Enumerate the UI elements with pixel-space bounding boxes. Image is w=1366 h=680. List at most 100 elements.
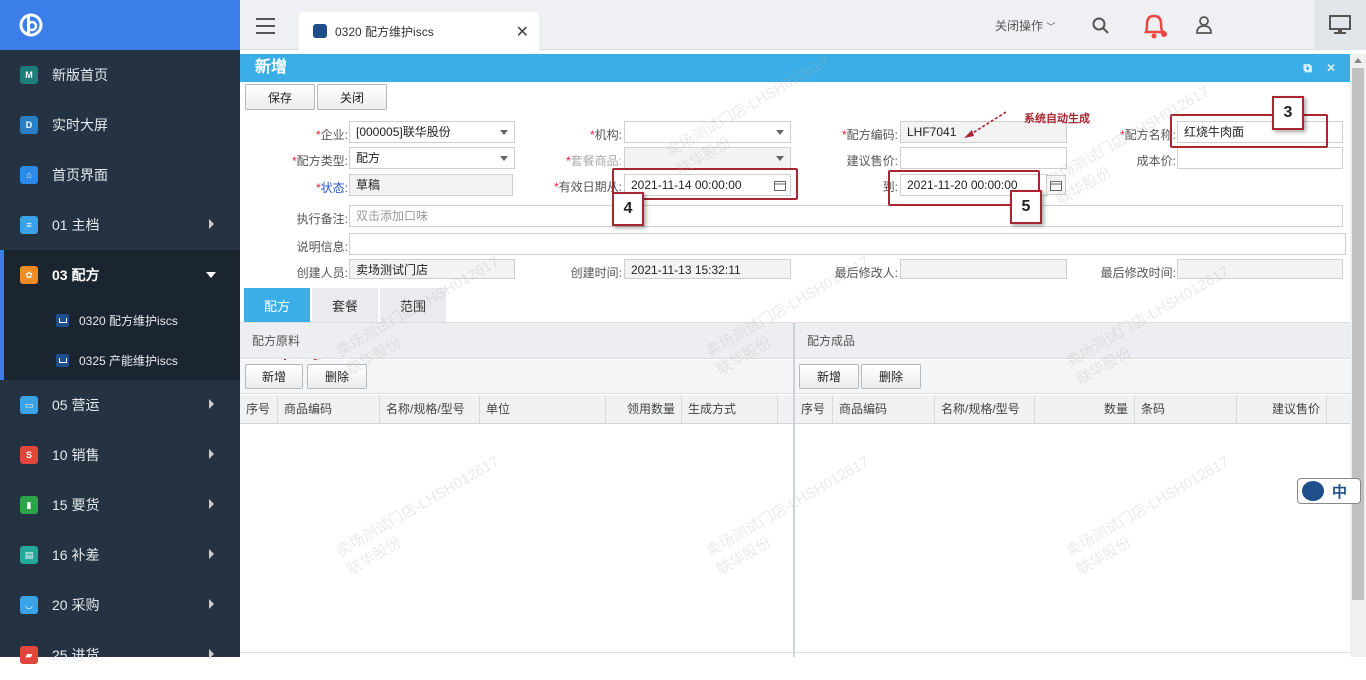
products-grid-title: 配方成品 [795, 323, 1350, 359]
created-time-field: 2021-11-13 15:32:11 [624, 259, 791, 279]
enterprise-label: *企业: [315, 128, 348, 142]
valid-from-label: *有效日期从: [553, 180, 622, 194]
sidebar-item-label: 05 营运 [52, 397, 100, 413]
watermark: 卖场测试门店-LHSH012617 联华股份 [333, 453, 503, 579]
recipe-type-label: *配方类型: [291, 154, 348, 168]
sidebar-item-1[interactable]: D 实时大屏 [0, 100, 240, 150]
sidebar-item-label: 25 进货 [52, 647, 100, 663]
delete-product-button[interactable]: 删除 [861, 364, 921, 389]
m-logo-icon: M [20, 66, 38, 84]
sidebar-item-8[interactable]: ▤ 16 补差 [0, 530, 240, 580]
cart-icon [56, 313, 69, 327]
close-panel-icon[interactable]: ✕ [1326, 54, 1336, 82]
inbound-icon: ▰ [20, 646, 38, 664]
recipe-name-label: *配方名称: [1119, 128, 1176, 142]
recipe-type-select[interactable]: 配方 [349, 147, 515, 169]
delete-ingredient-button[interactable]: 删除 [307, 364, 367, 389]
description-field[interactable] [349, 233, 1346, 255]
bell-notification-icon[interactable] [1138, 10, 1170, 45]
close-operations-dropdown[interactable]: 关闭操作 ﹀ [995, 17, 1055, 34]
remark-field[interactable]: 双击添加口味 [349, 205, 1343, 227]
org-label: *机构: [589, 128, 622, 142]
save-button[interactable]: 保存 [245, 84, 315, 110]
hamburger-menu-icon[interactable] [256, 18, 275, 39]
close-ops-label: 关闭操作 [995, 19, 1044, 33]
sidebar-item-4[interactable]: ✿ 03 配方 [0, 250, 240, 300]
caret-right-icon [209, 399, 214, 409]
sidebar-item-9[interactable]: ◡ 20 采购 [0, 580, 240, 630]
add-product-button[interactable]: 新增 [799, 364, 859, 389]
app-logo[interactable] [0, 0, 240, 50]
suggested-price-field[interactable] [900, 147, 1067, 169]
caret-right-icon [209, 449, 214, 459]
cart-icon [313, 24, 327, 38]
caret-right-icon [209, 599, 214, 609]
enterprise-select[interactable]: [000005]联华股份 [349, 121, 515, 143]
sidebar-item-0[interactable]: M 新版首页 [0, 50, 240, 100]
sidebar-subitem-0[interactable]: 0320 配方维护iscs [0, 300, 240, 340]
sidebar-item-7[interactable]: ▮ 15 要货 [0, 480, 240, 530]
sidebar-subitem-label: 0325 产能维护iscs [79, 353, 178, 368]
panel-title: 新增 [255, 59, 288, 76]
user-icon[interactable] [1196, 16, 1212, 37]
sidebar-item-label: 03 配方 [52, 267, 100, 283]
caret-right-icon [209, 499, 214, 509]
chevron-down-icon: ﹀ [1046, 22, 1056, 32]
restore-window-icon[interactable]: ⧉ [1303, 54, 1312, 82]
sidebar-item-label: 首页界面 [52, 167, 108, 183]
callout-badge-3: 3 [1272, 96, 1304, 130]
add-ingredient-button[interactable]: 新增 [245, 364, 303, 389]
sidebar-item-2[interactable]: ⌂ 首页界面 [0, 150, 240, 200]
col-barcode[interactable]: 条码 [1135, 395, 1237, 424]
tab-scope[interactable]: 范围 [380, 288, 446, 322]
col-name-spec[interactable]: 名称/规格/型号 [935, 395, 1035, 424]
col-unit[interactable]: 单位 [480, 395, 606, 424]
basket-icon: ◡ [20, 596, 38, 614]
col-generation-method[interactable]: 生成方式 [682, 395, 778, 424]
vertical-scrollbar[interactable] [1350, 54, 1366, 657]
recipe-icon: ✿ [20, 266, 38, 284]
remark-label: 执行备注: [296, 212, 348, 226]
close-button[interactable]: 关闭 [317, 84, 387, 110]
calendar-icon[interactable] [1046, 175, 1066, 195]
created-time-label: 创建时间: [570, 266, 622, 280]
caret-right-icon [209, 219, 214, 229]
col-quantity[interactable]: 领用数量 [606, 395, 682, 424]
sidebar-item-10[interactable]: ▰ 25 进货 [0, 630, 240, 680]
col-quantity[interactable]: 数量 [1035, 395, 1135, 424]
tab-recipe-maintenance[interactable]: 0320 配方维护iscs ✕ [299, 12, 539, 50]
arrow-annotation-icon [964, 111, 1007, 138]
callout-badge-5: 5 [1010, 190, 1042, 224]
bottom-border [240, 652, 1350, 653]
top-bar: 0320 配方维护iscs ✕ 关闭操作 ﹀ [240, 0, 1366, 50]
col-seq[interactable]: 序号 [795, 395, 833, 424]
col-item-code[interactable]: 商品编码 [833, 395, 935, 424]
tab-set-meal[interactable]: 套餐 [312, 288, 378, 322]
sidebar-item-3[interactable]: ≡ 01 主档 [0, 200, 240, 250]
monitor-icon[interactable] [1314, 0, 1366, 50]
cost-price-field[interactable] [1177, 147, 1343, 169]
tab-recipe[interactable]: 配方 [244, 288, 310, 322]
org-select[interactable] [624, 121, 791, 143]
col-name-spec[interactable]: 名称/规格/型号 [380, 395, 480, 424]
ingredients-grid-header: 序号 商品编码 名称/规格/型号 单位 领用数量 生成方式 [240, 395, 793, 424]
ime-toolbar[interactable]: 中 [1297, 478, 1361, 504]
col-seq[interactable]: 序号 [240, 395, 278, 424]
sidebar-item-5[interactable]: ▭ 05 营运 [0, 380, 240, 430]
search-icon[interactable] [1092, 17, 1109, 37]
col-suggested-price[interactable]: 建议售价 [1237, 395, 1327, 424]
sidebar-subitem-label: 0320 配方维护iscs [79, 313, 178, 328]
close-tab-icon[interactable]: ✕ [516, 22, 529, 42]
sidebar-item-label: 01 主档 [52, 217, 100, 233]
callout-box-3 [1170, 114, 1328, 148]
sidebar-item-6[interactable]: S 10 销售 [0, 430, 240, 480]
last-modified-time-label: 最后修改时间: [1100, 266, 1176, 280]
status-label: *状态: [315, 181, 348, 195]
col-item-code[interactable]: 商品编码 [278, 395, 380, 424]
ingredients-grid-title: 配方原料 [240, 323, 793, 359]
caret-right-icon [209, 549, 214, 559]
sidebar-subitem-1[interactable]: 0325 产能维护iscs [0, 340, 240, 380]
detail-tabs: 配方 套餐 范围 [244, 288, 448, 322]
sale-icon: S [20, 446, 38, 464]
last-modifier-field [900, 259, 1067, 279]
